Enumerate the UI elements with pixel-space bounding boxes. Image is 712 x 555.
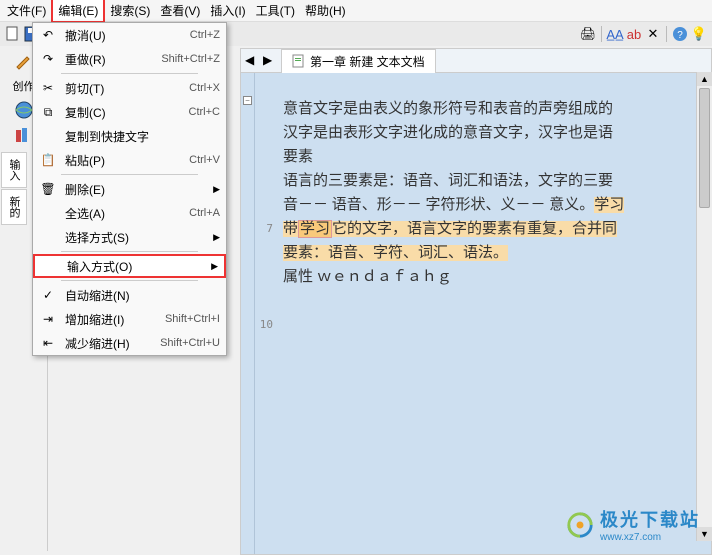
delete-icon: 🗑 [39, 180, 57, 198]
menu-file[interactable]: 文件(F) [2, 0, 51, 21]
chevron-right-icon: ▶ [213, 232, 220, 243]
bulb-icon[interactable]: 💡 [690, 25, 708, 43]
print-icon[interactable]: 🖨 [579, 25, 597, 43]
menu-help[interactable]: 帮助(H) [300, 0, 351, 21]
menu-cut[interactable]: ✂ 剪切(T) Ctrl+X [33, 76, 226, 100]
chevron-right-icon: ▶ [211, 261, 218, 272]
menu-view[interactable]: 查看(V) [155, 0, 205, 21]
file-tab[interactable]: 第一章 新建 文本文档 [281, 49, 436, 73]
menu-copy-quick[interactable]: 复制到快捷文字 [33, 124, 226, 148]
menu-input-mode[interactable]: 输入方式(O) ▶ [33, 254, 226, 278]
cut-icon: ✂ [39, 79, 57, 97]
menu-tools[interactable]: 工具(T) [251, 0, 300, 21]
menu-search[interactable]: 搜索(S) [105, 0, 155, 21]
check-icon: ✓ [39, 288, 57, 302]
fold-toggle[interactable]: − [243, 96, 252, 105]
editor-body[interactable]: − 7 10 意音文字是由表义的象形符号和表音的声旁组成的 汉字是由表形文字进化… [241, 73, 711, 554]
indent-dec-icon: ⇤ [39, 334, 57, 352]
file-tab-label: 第一章 新建 文本文档 [310, 53, 425, 70]
indent-inc-icon: ⇥ [39, 310, 57, 328]
editor: ◀ ▶ 第一章 新建 文本文档 − 7 10 意音文字是由表义的象形符号和表音的… [240, 48, 712, 555]
menu-select-all[interactable]: 全选(A) Ctrl+A [33, 201, 226, 225]
menu-copy[interactable]: ⧉ 复制(C) Ctrl+C [33, 100, 226, 124]
scroll-thumb[interactable] [699, 88, 710, 208]
watermark-url: www.xz7.com [600, 532, 700, 543]
undo-icon: ↶ [39, 26, 57, 44]
paste-icon: 📋 [39, 151, 57, 169]
svg-text:?: ? [677, 30, 683, 41]
copy-icon: ⧉ [39, 103, 57, 121]
help-icon[interactable]: ? [671, 25, 689, 43]
menu-select-mode[interactable]: 选择方式(S) ▶ [33, 225, 226, 249]
menu-undo[interactable]: ↶ 撤消(U) Ctrl+Z [33, 23, 226, 47]
menu-edit[interactable]: 编辑(E) [51, 0, 105, 23]
tab-prev[interactable]: ◀ [245, 53, 261, 69]
tab-strip: ◀ ▶ 第一章 新建 文本文档 [241, 49, 711, 73]
tab-next[interactable]: ▶ [263, 53, 279, 69]
sidebar-tab-new[interactable]: 新的 [1, 189, 27, 225]
menu-dec-indent[interactable]: ⇤ 减少缩进(H) Shift+Ctrl+U [33, 331, 226, 355]
menu-redo[interactable]: ↷ 重做(R) Shift+Ctrl+Z [33, 47, 226, 71]
replace-icon[interactable]: ab [625, 25, 643, 43]
chevron-right-icon: ▶ [213, 184, 220, 195]
menubar: 文件(F) 编辑(E) 搜索(S) 查看(V) 插入(I) 工具(T) 帮助(H… [0, 0, 712, 22]
find-icon[interactable]: A̲A̲ [606, 25, 624, 43]
text-content[interactable]: 意音文字是由表义的象形符号和表音的声旁组成的 汉字是由表形文字进化成的意音文字，… [277, 73, 711, 554]
clear-icon[interactable]: ✕ [644, 25, 662, 43]
watermark-text: 极光下载站 [600, 510, 700, 530]
new-icon[interactable] [4, 25, 22, 43]
menu-insert[interactable]: 插入(I) [205, 0, 250, 21]
menu-auto-indent[interactable]: ✓ 自动缩进(N) [33, 283, 226, 307]
redo-icon: ↷ [39, 50, 57, 68]
watermark-logo: 极光下载站 www.xz7.com [566, 506, 700, 543]
menu-delete[interactable]: 🗑 删除(E) ▶ [33, 177, 226, 201]
scroll-up-button[interactable]: ▲ [697, 72, 712, 86]
globe-icon[interactable] [14, 100, 34, 120]
fold-column: − [241, 73, 255, 554]
books-icon[interactable] [14, 126, 34, 146]
file-icon [292, 54, 306, 68]
line-gutter: 7 10 [255, 73, 277, 554]
sidebar-tab-input[interactable]: 输入 [1, 152, 27, 188]
vertical-scrollbar[interactable]: ▲ ▼ [696, 72, 712, 541]
swirl-icon [566, 511, 594, 539]
edit-dropdown: ↶ 撤消(U) Ctrl+Z ↷ 重做(R) Shift+Ctrl+Z ✂ 剪切… [32, 22, 227, 356]
pen-icon[interactable] [14, 52, 34, 72]
menu-paste[interactable]: 📋 粘贴(P) Ctrl+V [33, 148, 226, 172]
menu-inc-indent[interactable]: ⇥ 增加缩进(I) Shift+Ctrl+I [33, 307, 226, 331]
